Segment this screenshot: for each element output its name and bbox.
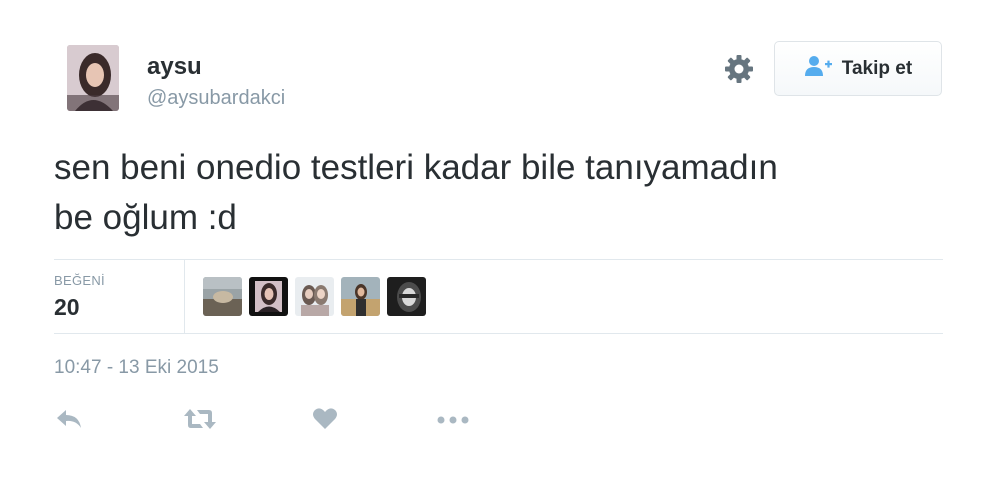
stats-bottom-divider	[54, 333, 943, 334]
user-handle[interactable]: @aysubardakci	[147, 86, 285, 110]
like-heart-icon	[312, 407, 338, 436]
like-button[interactable]	[312, 404, 338, 438]
more-button[interactable]	[437, 404, 469, 438]
gear-icon[interactable]	[722, 52, 756, 86]
liker-avatar[interactable]	[341, 277, 380, 316]
retweet-icon	[183, 407, 217, 436]
liker-avatar[interactable]	[387, 277, 426, 316]
stats-top-divider	[54, 259, 943, 260]
display-name[interactable]: aysu	[147, 52, 202, 82]
more-dots-icon	[437, 412, 469, 430]
liker-avatar[interactable]	[203, 277, 242, 316]
reply-button[interactable]	[54, 404, 84, 438]
liker-avatars	[203, 277, 426, 316]
likes-count[interactable]: 20	[54, 294, 80, 321]
tweet-text-line-2: be oğlum :d	[54, 198, 237, 237]
follow-user-plus-icon	[804, 55, 834, 82]
retweet-button[interactable]	[183, 404, 217, 438]
stats-column-divider	[184, 260, 185, 334]
liker-avatar[interactable]	[295, 277, 334, 316]
tweet-text-line-1: sen beni onedio testleri kadar bile tanı…	[54, 148, 778, 187]
follow-button-label: Takip et	[841, 57, 913, 79]
tweet-timestamp[interactable]: 10:47 - 13 Eki 2015	[54, 357, 219, 379]
liker-avatar[interactable]	[249, 277, 288, 316]
follow-button[interactable]: Takip et	[774, 41, 942, 96]
tweet-text: sen beni onedio testleri kadar bile tanı…	[54, 143, 954, 243]
reply-icon	[54, 407, 84, 436]
avatar[interactable]	[67, 45, 119, 111]
likes-label[interactable]: BEĞENİ	[54, 273, 105, 288]
